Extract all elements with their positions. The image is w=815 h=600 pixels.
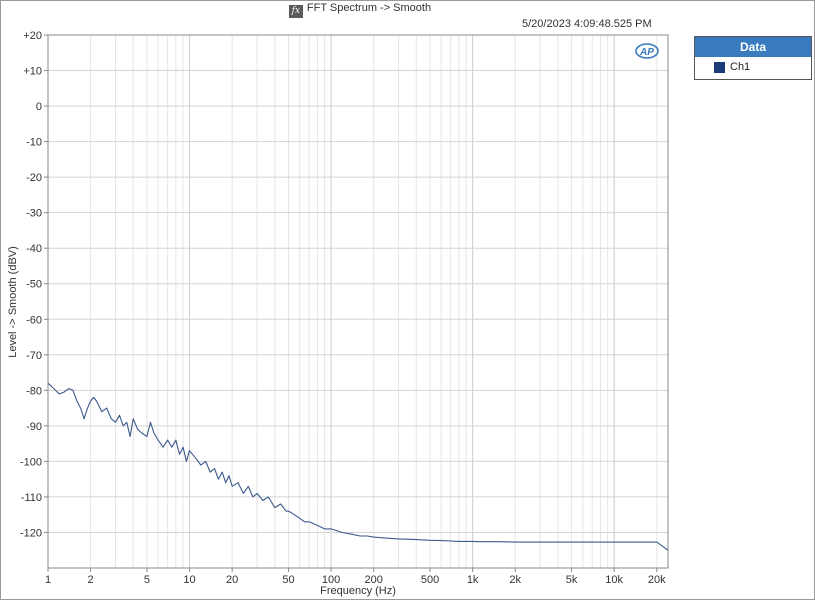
x-tick-label: 500: [421, 574, 439, 586]
y-tick-label: -110: [21, 492, 42, 504]
legend-item-ch1[interactable]: Ch1: [695, 57, 811, 77]
ap-logo-text: AP: [639, 47, 654, 58]
y-tick-label: +20: [23, 30, 42, 42]
y-axis-ticks: +20 +10 0 -10 -20 -30 -40 -50 -60 -70 -80 -90 -100 -1…: [20, 30, 48, 539]
minor-grid: [47, 35, 658, 568]
y-tick-label: +10: [23, 66, 42, 78]
x-tick-label: 1k: [467, 574, 479, 586]
major-grid: [48, 34, 668, 568]
y-tick-label: -30: [26, 208, 42, 220]
x-tick-label: 5k: [566, 574, 578, 586]
x-tick-label: 1: [45, 574, 51, 586]
x-tick-label: 20k: [648, 574, 666, 586]
series-line-ch1: [47, 382, 669, 551]
x-axis-ticks: 1 2 5 10 20 50 100 200 500 1k 2k 5k 10k 20k: [45, 568, 666, 586]
legend-swatch: [714, 61, 725, 73]
ap-logo: AP: [635, 43, 659, 59]
y-tick-label: -50: [26, 279, 42, 291]
y-tick-label: -90: [26, 421, 42, 433]
legend-item-label: Ch1: [730, 61, 751, 73]
y-tick-label: -10: [26, 137, 42, 149]
y-tick-label: -20: [26, 172, 42, 184]
x-tick-label: 2: [88, 574, 94, 586]
y-tick-label: -100: [20, 456, 42, 468]
legend: Data Ch1: [694, 36, 812, 80]
x-tick-label: 10k: [605, 574, 623, 586]
x-tick-label: 10: [183, 574, 195, 586]
y-tick-label: -40: [26, 243, 42, 255]
x-tick-label: 50: [282, 574, 294, 586]
plot-area-border: [47, 34, 669, 569]
y-tick-label: -80: [26, 385, 42, 397]
series-layer: [47, 382, 669, 551]
x-tick-label: 2k: [509, 574, 521, 586]
fft-spectrum-chart: +20 +10 0 -10 -20 -30 -40 -50 -60 -70 -80 -90 -100 -1…: [7, 30, 669, 597]
y-tick-label: -60: [26, 314, 42, 326]
y-tick-label: -120: [20, 527, 42, 539]
legend-header: Data: [695, 37, 811, 57]
x-tick-label: 20: [226, 574, 238, 586]
x-axis-label: Frequency (Hz): [320, 585, 396, 597]
y-tick-label: 0: [36, 101, 42, 113]
y-axis-label: Level -> Smooth (dBV): [7, 246, 19, 358]
x-tick-label: 5: [144, 574, 150, 586]
y-tick-label: -70: [26, 350, 42, 362]
